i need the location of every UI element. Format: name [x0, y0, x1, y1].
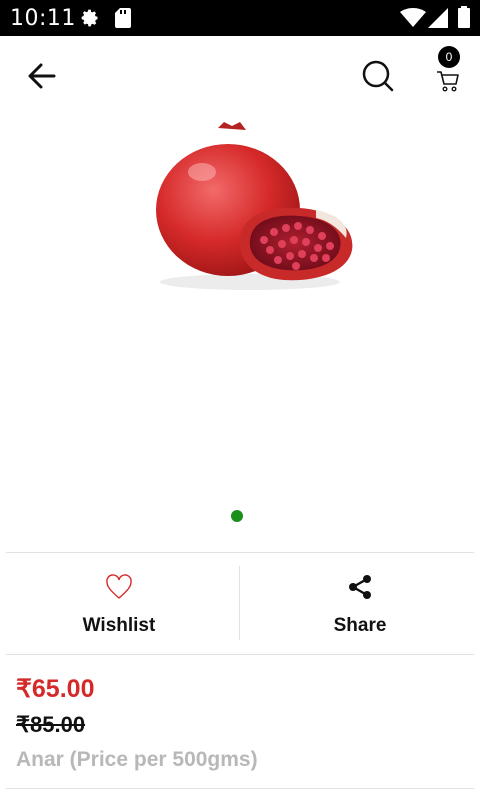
wishlist-button[interactable]: Wishlist: [0, 556, 238, 652]
status-time: 10:11: [10, 6, 76, 31]
search-button[interactable]: [356, 56, 400, 100]
product-image[interactable]: [140, 122, 360, 292]
status-bar: 10:11: [0, 0, 480, 36]
cart-button[interactable]: 0: [432, 46, 472, 96]
signal-icon: [428, 8, 448, 33]
share-icon: [347, 574, 373, 605]
divider: [6, 654, 474, 655]
action-row: Wishlist Share: [0, 556, 480, 652]
wishlist-label: Wishlist: [82, 615, 156, 636]
product-price: ₹65.00: [16, 675, 95, 703]
arrow-left-icon: [28, 63, 56, 94]
battery-icon: [458, 6, 470, 33]
back-button[interactable]: [22, 58, 62, 98]
cart-count-badge: 0: [438, 46, 460, 68]
cart-icon: [436, 70, 460, 97]
divider: [6, 552, 474, 553]
product-mrp: ₹85.00: [16, 712, 86, 737]
share-label: Share: [333, 615, 387, 636]
gear-icon: [80, 7, 100, 34]
search-icon: [361, 59, 395, 98]
app-bar: 0: [0, 36, 480, 120]
heart-icon: [105, 574, 133, 605]
wifi-icon: [400, 8, 426, 33]
sd-card-icon: [114, 7, 132, 34]
carousel-indicator-dot[interactable]: [231, 510, 243, 522]
product-name: Anar (Price per 500gms): [16, 748, 258, 771]
share-button[interactable]: Share: [240, 556, 480, 652]
divider: [6, 788, 474, 789]
pomegranate-image: [156, 122, 353, 290]
